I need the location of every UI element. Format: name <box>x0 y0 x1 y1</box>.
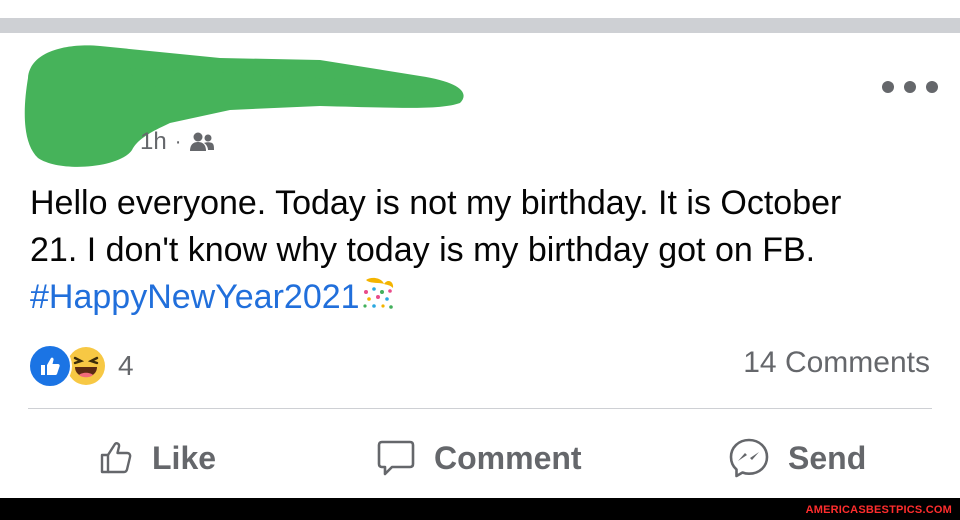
dot-icon <box>882 81 894 93</box>
comments-count-link[interactable]: 14 Comments <box>743 346 930 380</box>
thumbs-up-icon <box>100 442 132 474</box>
actions-divider <box>28 408 932 409</box>
hashtag-line: #HappyNewYear2021 <box>30 274 930 321</box>
friends-icon[interactable] <box>189 131 215 153</box>
meta-separator: · <box>174 130 182 153</box>
like-button[interactable]: Like <box>98 428 216 488</box>
confetti-icon <box>362 277 393 309</box>
dot-icon <box>926 81 938 93</box>
post-text-line: 21. I don't know why today is my birthda… <box>30 231 816 269</box>
watermark: AMERICASBESTPICS.COM <box>805 504 952 516</box>
post-body: Hello everyone. Today is not my birthday… <box>30 180 930 321</box>
post-meta: 1h · <box>140 128 215 156</box>
comment-button[interactable]: Comment <box>376 428 582 488</box>
post-text-line: Hello everyone. Today is not my birthday… <box>30 184 842 222</box>
reactions-summary[interactable]: 4 <box>28 344 134 388</box>
send-button[interactable]: Send <box>728 428 866 488</box>
comment-bubble-icon <box>377 440 415 476</box>
post-time[interactable]: 1h <box>140 128 167 156</box>
send-label: Send <box>788 439 867 476</box>
more-options-button[interactable] <box>882 72 938 102</box>
hashtag-link[interactable]: #HappyNewYear2021 <box>30 278 360 316</box>
top-bar <box>0 0 960 18</box>
post-card: 1h · Hello everyone. Today is not my bir… <box>0 0 960 520</box>
comment-label: Comment <box>434 439 582 476</box>
redaction-scribble <box>24 45 464 167</box>
like-reaction-icon <box>28 344 72 388</box>
feed-divider <box>0 18 960 33</box>
messenger-icon <box>729 438 769 478</box>
dot-icon <box>904 81 916 93</box>
reaction-count: 4 <box>118 350 134 381</box>
like-label: Like <box>152 439 217 476</box>
